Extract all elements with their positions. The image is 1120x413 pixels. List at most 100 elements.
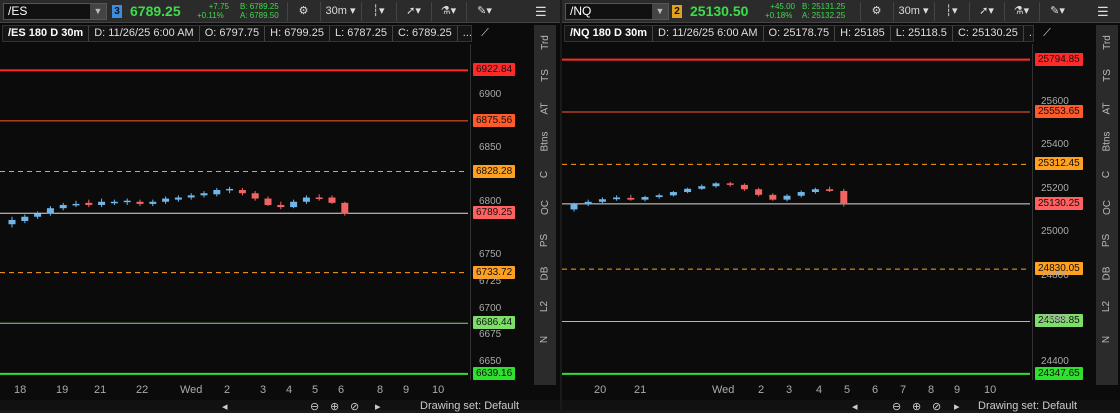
side-tab-ps[interactable]: PS — [1096, 225, 1118, 257]
side-tab-label: OC — [539, 200, 551, 215]
price-tick-label: 25200 — [1041, 182, 1069, 194]
side-tab-trd[interactable]: Trd — [1096, 27, 1118, 59]
side-tab-at[interactable]: AT — [534, 93, 556, 125]
price-tick-label: 6725 — [479, 276, 502, 287]
aggregation-button[interactable]: 30m ▾ — [893, 2, 933, 21]
side-tab-ts[interactable]: TS — [1096, 60, 1118, 92]
change-percent: +0.18% — [765, 11, 793, 20]
reset-icon[interactable]: ⊘ — [350, 400, 359, 413]
drawing-set-label[interactable]: Drawing set: Default — [420, 400, 519, 412]
zoom-out-icon[interactable]: ⊖ — [310, 400, 319, 413]
candle-body — [149, 201, 157, 204]
price-axis[interactable]: 25794.85 25553.65 25312.45 25130.25 24830.05… — [1032, 44, 1094, 380]
side-tab-l2[interactable]: L2 — [534, 291, 556, 323]
symbol-text: /ES — [8, 4, 28, 18]
info-more: ... — [1024, 26, 1033, 41]
candle-body — [669, 192, 677, 196]
candle-body — [328, 197, 336, 203]
side-tab-btns[interactable]: Btns — [1096, 126, 1118, 158]
price-tick-label: 6750 — [479, 249, 502, 261]
level-price-tag: 24347.65 — [1035, 366, 1083, 380]
symbol-input[interactable]: /NQ ▼ — [565, 3, 669, 20]
side-tab-ps[interactable]: PS — [534, 225, 556, 257]
symbol-input[interactable]: /ES ▼ — [3, 3, 107, 20]
bid-value: B: 6789.25 — [240, 2, 279, 11]
price-axis[interactable]: 6922.84 6875.56 6828.28 6789.25 6733.72 6686.… — [470, 44, 532, 380]
change-value: +45.00 — [770, 2, 795, 11]
scroll-left-icon[interactable]: ◂ — [852, 400, 858, 413]
zoom-out-icon[interactable]: ⊖ — [892, 400, 901, 413]
time-tick-label: 21 — [94, 384, 107, 396]
study-title: /ES 180 D 30m — [3, 26, 90, 41]
side-tab-label: AT — [539, 102, 551, 115]
drawing-set-label[interactable]: Drawing set: Default — [978, 400, 1077, 412]
side-tabs: Trd TS AT Btns C OC PS DB L2 N — [534, 25, 556, 385]
side-tab-oc[interactable]: OC — [1096, 192, 1118, 224]
link-badge[interactable]: 3 — [112, 5, 122, 18]
side-tab-n[interactable]: N — [1096, 324, 1118, 356]
menu-icon[interactable]: ☰ — [1097, 4, 1111, 20]
side-tab-label: N — [1101, 335, 1113, 344]
last-price: 25130.50 — [690, 3, 749, 19]
level-price-tag: 25553.65 — [1035, 105, 1083, 118]
scroll-right-icon[interactable]: ▸ — [375, 400, 381, 413]
cursor-icon[interactable]: ➚▾ — [969, 2, 1003, 21]
candle-body — [598, 199, 606, 202]
candle-body — [21, 216, 29, 222]
zoom-in-icon[interactable]: ⊕ — [912, 400, 921, 413]
candle-body — [59, 204, 67, 209]
info-open: O: 25178.75 — [764, 26, 836, 41]
link-badge[interactable]: 2 — [672, 5, 682, 18]
chevron-down-icon[interactable]: ▼ — [90, 4, 106, 19]
candle-body — [783, 195, 791, 200]
cursor-icon[interactable]: ➚▾ — [396, 2, 430, 21]
candlestick-plot-es[interactable] — [0, 44, 468, 380]
price-tick-label: 6700 — [479, 302, 502, 314]
price-tick-label: 25400 — [1041, 139, 1069, 151]
side-tab-c[interactable]: C — [534, 159, 556, 191]
side-tab-n[interactable]: N — [534, 324, 556, 356]
drawing-icon[interactable]: ✎▾ — [1039, 2, 1075, 21]
menu-icon[interactable]: ☰ — [535, 4, 549, 20]
price-tick-label: 6650 — [479, 356, 502, 368]
side-tab-trd[interactable]: Trd — [534, 27, 556, 59]
level-price-tag: 25312.45 — [1035, 157, 1083, 171]
side-tab-label: L2 — [1101, 300, 1113, 313]
price-tick-label: 6800 — [479, 195, 502, 207]
gear-icon[interactable]: ⚙ — [860, 2, 892, 21]
aggregation-button[interactable]: 30m ▾ — [320, 2, 360, 21]
candle-body — [98, 201, 106, 205]
candle-body — [315, 197, 323, 199]
side-tab-ts[interactable]: TS — [534, 60, 556, 92]
style-icon[interactable]: ┆▾ — [934, 2, 968, 21]
side-tab-label: Btns — [539, 131, 551, 152]
time-tick-label: 19 — [56, 384, 69, 396]
side-tab-oc[interactable]: OC — [534, 192, 556, 224]
flask-icon[interactable]: ⚗▾ — [431, 2, 465, 21]
side-tab-db[interactable]: DB — [534, 258, 556, 290]
scroll-left-icon[interactable]: ◂ — [222, 400, 228, 413]
flask-icon[interactable]: ⚗▾ — [1004, 2, 1038, 21]
chart-settings-icon[interactable]: ⟋ — [474, 24, 496, 43]
candlestick-plot-nq[interactable] — [562, 44, 1030, 380]
side-tab-btns[interactable]: Btns — [534, 126, 556, 158]
style-icon[interactable]: ┆▾ — [361, 2, 395, 21]
ask-value: A: 6789.50 — [240, 11, 279, 20]
candle-body — [110, 201, 118, 204]
candle-body — [584, 201, 592, 205]
side-tab-at[interactable]: AT — [1096, 93, 1118, 125]
side-tab-db[interactable]: DB — [1096, 258, 1118, 290]
side-tab-label: OC — [1101, 200, 1113, 215]
chevron-down-icon[interactable]: ▼ — [652, 4, 668, 19]
time-tick-label: 2 — [224, 384, 231, 396]
side-tab-l2[interactable]: L2 — [1096, 291, 1118, 323]
zoom-in-icon[interactable]: ⊕ — [330, 400, 339, 413]
time-tick-label: 5 — [312, 384, 319, 396]
reset-icon[interactable]: ⊘ — [932, 400, 941, 413]
drawing-icon[interactable]: ✎▾ — [466, 2, 502, 21]
side-tab-c[interactable]: C — [1096, 159, 1118, 191]
gear-icon[interactable]: ⚙ — [287, 2, 319, 21]
scroll-right-icon[interactable]: ▸ — [954, 400, 960, 413]
chart-settings-icon[interactable]: ⟋ — [1036, 24, 1058, 43]
time-tick-label: Wed — [180, 384, 203, 396]
